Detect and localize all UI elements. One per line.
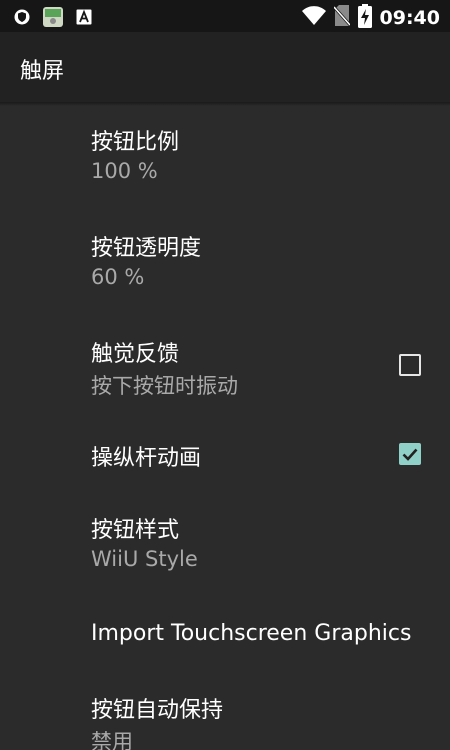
wifi-icon [301,6,326,30]
status-bar-notifications [14,6,92,32]
pref-title: Import Touchscreen Graphics [91,621,412,646]
font-a-icon [76,9,92,29]
pref-summary: 100 % [91,159,158,183]
battery-charging-icon [357,4,372,32]
pref-button-auto-hold[interactable]: 按钮自动保持 禁用 [0,672,450,750]
pref-button-scale[interactable]: 按钮比例 100 % [0,106,450,210]
pref-title: 按钮样式 [91,518,180,543]
pref-title: 触觉反馈 [91,342,180,367]
pref-joystick-animation[interactable]: 操纵杆动画 [0,420,450,492]
pref-button-opacity[interactable]: 按钮透明度 60 % [0,210,450,316]
app-icon [42,6,64,32]
pref-haptic-feedback[interactable]: 触觉反馈 按下按钮时振动 [0,316,450,420]
status-time: 09:40 [379,7,440,29]
shield-icon [14,8,30,30]
pref-summary: 禁用 [91,730,133,750]
no-sim-icon [332,5,351,31]
pref-summary: 按下按钮时振动 [91,374,238,398]
status-bar-system: 09:40 [301,4,440,32]
pref-summary: WiiU Style [91,547,198,571]
status-bar: 09:40 [0,0,450,32]
pref-title: 按钮比例 [91,130,180,155]
page-title: 触屏 [20,59,65,84]
pref-title: 操纵杆动画 [91,446,202,471]
pref-title: 按钮自动保持 [91,698,224,723]
pref-import-touchscreen-graphics[interactable]: Import Touchscreen Graphics [0,596,450,672]
check-icon [402,448,418,461]
pref-title: 按钮透明度 [91,236,202,261]
haptic-feedback-checkbox[interactable] [399,354,421,376]
joystick-animation-checkbox[interactable] [399,443,421,465]
pref-summary: 60 % [91,265,145,289]
app-toolbar: 触屏 [0,32,450,102]
pref-button-style[interactable]: 按钮样式 WiiU Style [0,492,450,596]
